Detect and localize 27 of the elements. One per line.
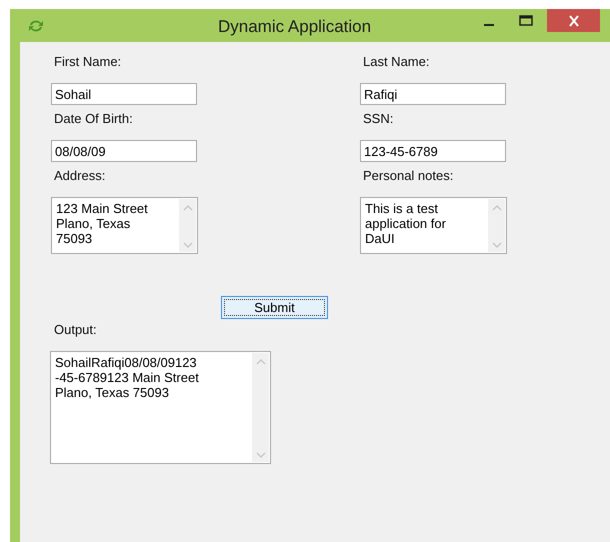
chevron-down-icon [182, 242, 192, 248]
field-label: Address: [53, 168, 106, 184]
text-field[interactable]: Rafiqi [360, 83, 506, 105]
field-label: Output: [53, 322, 97, 338]
close-icon [566, 14, 580, 26]
field-label: First Name: [53, 54, 122, 70]
text-field[interactable]: 123-45-6789 [360, 140, 506, 162]
refresh-icon [27, 18, 45, 34]
field-label: Last Name: [362, 54, 430, 70]
minimize-icon [484, 24, 494, 26]
text-area[interactable]: SohailRafiqi08/08/09123 -45-6789123 Main Street Plano, Texas 75093 [50, 351, 271, 464]
field-label: SSN: [362, 111, 394, 127]
chevron-down-icon [256, 452, 266, 458]
text-area[interactable]: This is a test application for DaUI [360, 197, 507, 254]
window-title: Dynamic Application [218, 16, 372, 36]
submit-button[interactable]: Submit [221, 296, 328, 319]
field-label: Personal notes: [362, 168, 454, 184]
chevron-up-icon [492, 205, 502, 211]
field-label: Date Of Birth: [53, 111, 133, 127]
chevron-down-icon [492, 242, 502, 248]
text-field[interactable]: Sohail [51, 83, 197, 105]
text-area[interactable]: 123 Main Street Plano, Texas 75093 [51, 197, 198, 254]
text-field[interactable]: 08/08/09 [51, 140, 197, 162]
chevron-up-icon [256, 359, 266, 365]
close-button[interactable] [547, 9, 600, 32]
maximize-icon [519, 14, 533, 26]
chevron-up-icon [182, 205, 192, 211]
